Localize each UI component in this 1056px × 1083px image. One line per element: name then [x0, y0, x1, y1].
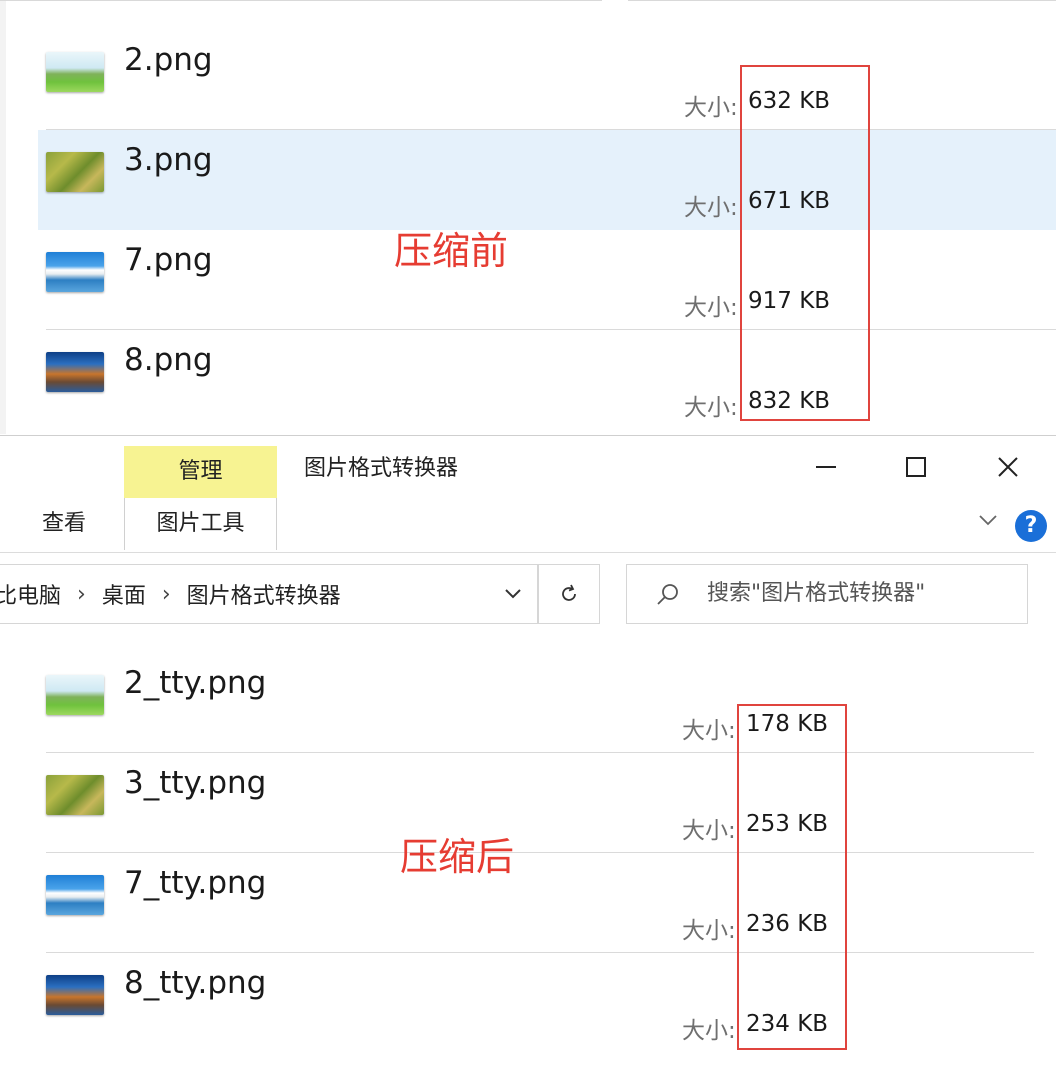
- breadcrumb-this-pc[interactable]: 比电脑: [0, 578, 61, 610]
- close-button[interactable]: [988, 450, 1028, 484]
- chevron-right-icon: ›: [161, 581, 171, 607]
- lake-thumbnail: [46, 875, 104, 915]
- size-label: 大小:: [684, 195, 738, 221]
- meadow-thumbnail: [46, 675, 104, 715]
- file-name: 8.png: [124, 342, 213, 378]
- size-label: 大小:: [682, 1018, 736, 1044]
- file-name: 7_tty.png: [124, 865, 267, 901]
- file-row[interactable]: 2.png 大小: 632 KB: [38, 30, 1056, 130]
- breadcrumb: 比电脑 › 桌面 › 图片格式转换器: [0, 565, 341, 623]
- explorer-window: 管理 图片工具 查看 图片格式转换器 ? 比电脑 › 桌面 › 图片格式转换器: [0, 435, 1056, 1083]
- file-name: 3_tty.png: [124, 765, 267, 801]
- file-row[interactable]: 8.png 大小: 832 KB: [38, 330, 1056, 430]
- after-annotation: 压缩后: [400, 835, 515, 879]
- minimize-button[interactable]: [806, 450, 846, 484]
- size-highlight-box: [737, 704, 847, 1050]
- city-thumbnail: [46, 352, 104, 392]
- size-label: 大小:: [684, 295, 738, 321]
- file-row-selected[interactable]: 3.png 大小: 671 KB: [38, 130, 1056, 230]
- file-row[interactable]: 7_tty.png 大小: 236 KB: [38, 853, 1034, 953]
- tab-view[interactable]: 查看: [42, 498, 86, 550]
- file-name: 8_tty.png: [124, 965, 267, 1001]
- panel-edge: [0, 0, 6, 434]
- meadow-thumbnail: [46, 52, 104, 92]
- address-bar[interactable]: 比电脑 › 桌面 › 图片格式转换器: [0, 564, 538, 624]
- size-label: 大小:: [684, 95, 738, 121]
- minimize-icon: [816, 466, 836, 468]
- tab-manage[interactable]: 管理: [124, 446, 277, 498]
- size-label: 大小:: [682, 918, 736, 944]
- close-icon: [998, 457, 1018, 477]
- forest-thumbnail: [46, 775, 104, 815]
- size-highlight-box: [740, 65, 870, 421]
- file-row[interactable]: 8_tty.png 大小: 234 KB: [38, 953, 1034, 1053]
- window-title: 图片格式转换器: [304, 456, 459, 481]
- search-input[interactable]: 搜索"图片格式转换器": [707, 565, 925, 623]
- help-icon[interactable]: ?: [1015, 510, 1047, 542]
- file-row[interactable]: 3_tty.png 大小: 253 KB: [38, 753, 1034, 853]
- file-name: 7.png: [124, 242, 213, 278]
- chevron-down-icon[interactable]: [501, 582, 525, 606]
- tab-picture-tools[interactable]: 图片工具: [124, 498, 277, 550]
- breadcrumb-folder[interactable]: 图片格式转换器: [187, 578, 341, 610]
- file-name: 2.png: [124, 42, 213, 78]
- before-annotation: 压缩前: [394, 229, 509, 273]
- maximize-button[interactable]: [896, 450, 936, 484]
- size-label: 大小:: [682, 718, 736, 744]
- before-file-list: 2.png 大小: 632 KB 3.png 大小: 671 KB 7.png …: [0, 0, 1056, 434]
- refresh-icon: [562, 584, 576, 601]
- breadcrumb-desktop[interactable]: 桌面: [102, 578, 146, 610]
- file-name: 3.png: [124, 142, 213, 178]
- file-row[interactable]: 7.png 大小: 917 KB: [38, 230, 1056, 330]
- lake-thumbnail: [46, 252, 104, 292]
- divider: [0, 0, 602, 1]
- size-label: 大小:: [682, 818, 736, 844]
- chevron-right-icon: ›: [77, 581, 86, 607]
- chevron-down-icon[interactable]: [976, 508, 1000, 532]
- search-box[interactable]: 搜索"图片格式转换器": [626, 564, 1028, 624]
- maximize-icon: [906, 457, 926, 477]
- ribbon-divider: [0, 552, 1056, 553]
- search-icon: [657, 584, 678, 605]
- forest-thumbnail: [46, 152, 104, 192]
- refresh-button[interactable]: [538, 564, 600, 624]
- city-thumbnail: [46, 975, 104, 1015]
- size-label: 大小:: [684, 395, 738, 421]
- divider: [628, 0, 1056, 1]
- file-row[interactable]: 2_tty.png 大小: 178 KB: [38, 653, 1034, 753]
- file-name: 2_tty.png: [124, 665, 267, 701]
